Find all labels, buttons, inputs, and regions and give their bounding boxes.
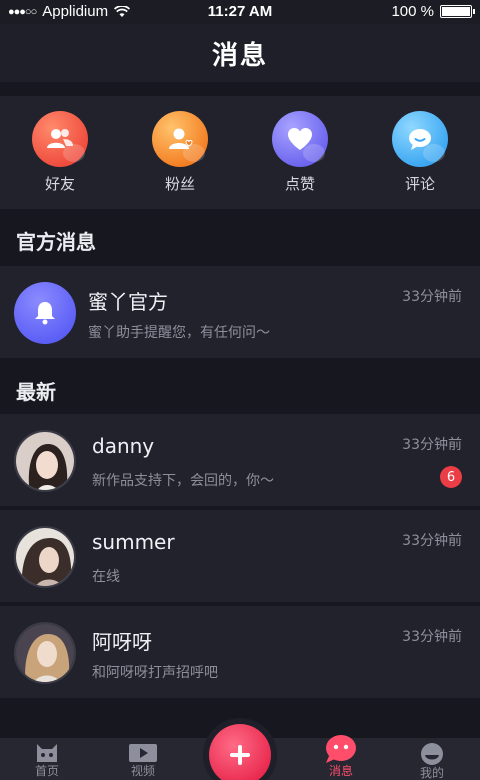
nav-bar: 消息 (0, 24, 480, 82)
quick-action-fans[interactable]: 粉丝 (120, 96, 240, 209)
tab-message[interactable]: 消息 (311, 735, 371, 778)
tab-video[interactable]: 视频 (113, 742, 173, 778)
message-preview: 在线 (92, 569, 120, 585)
tab-label: 我的 (419, 766, 444, 780)
home-icon (37, 744, 57, 762)
profile-icon (421, 743, 443, 765)
quick-action-friends[interactable]: 好友 (0, 96, 120, 209)
plus-icon (230, 745, 250, 765)
message-time: 33分钟前 (402, 437, 462, 453)
quick-action-label: 好友 (44, 175, 75, 193)
add-button[interactable] (209, 724, 271, 780)
message-sender: 蜜丫官方 (88, 290, 168, 314)
message-time: 33分钟前 (402, 533, 462, 549)
quick-action-comments[interactable]: 评论 (360, 96, 480, 209)
message-icon (326, 735, 356, 763)
message-sender: summer (92, 530, 175, 554)
comment-icon (392, 111, 448, 167)
friends-icon (32, 111, 88, 167)
section-title-official: 官方消息 (16, 230, 96, 254)
list-item[interactable]: danny 新作品支持下，会回的，你～ 33分钟前 6 (0, 414, 480, 506)
tab-label: 首页 (34, 764, 59, 778)
battery-percent: 100 % (391, 3, 434, 20)
status-bar: ●●●○○ Applidium 11:27 AM 100 % (0, 0, 480, 24)
unread-badge: 6 (440, 466, 462, 488)
message-preview: 蜜丫助手提醒您，有任何问～ (88, 325, 270, 341)
message-sender: 阿呀呀 (92, 630, 152, 654)
video-icon (129, 744, 157, 762)
section-title-latest: 最新 (16, 380, 56, 404)
tab-profile[interactable]: 我的 (402, 742, 462, 780)
quick-action-label: 评论 (404, 175, 435, 193)
page-title: 消息 (211, 40, 268, 71)
list-item[interactable]: 阿呀呀 和阿呀呀打声招呼吧 33分钟前 (0, 606, 480, 698)
message-time: 33分钟前 (402, 289, 462, 305)
avatar (14, 430, 76, 492)
bell-icon (14, 282, 76, 344)
tab-home[interactable]: 首页 (17, 742, 77, 778)
fans-icon (152, 111, 208, 167)
list-item[interactable]: summer 在线 33分钟前 (0, 510, 480, 602)
quick-actions: 好友 粉丝 点赞 评论 (0, 96, 480, 209)
message-preview: 新作品支持下，会回的，你～ (92, 473, 274, 489)
battery-icon (440, 5, 475, 18)
list-item-official[interactable]: 蜜丫官方 蜜丫助手提醒您，有任何问～ 33分钟前 (0, 266, 480, 358)
quick-action-label: 粉丝 (164, 175, 195, 193)
battery-area: 100 % (391, 3, 475, 20)
quick-action-likes[interactable]: 点赞 (240, 96, 360, 209)
message-preview: 和阿呀呀打声招呼吧 (92, 665, 218, 681)
tab-label: 消息 (328, 764, 353, 778)
tab-label: 视频 (130, 764, 155, 778)
heart-icon (272, 111, 328, 167)
avatar (14, 622, 76, 684)
message-time: 33分钟前 (402, 629, 462, 645)
message-sender: danny (92, 434, 155, 458)
avatar (14, 526, 76, 588)
quick-action-label: 点赞 (284, 175, 315, 193)
